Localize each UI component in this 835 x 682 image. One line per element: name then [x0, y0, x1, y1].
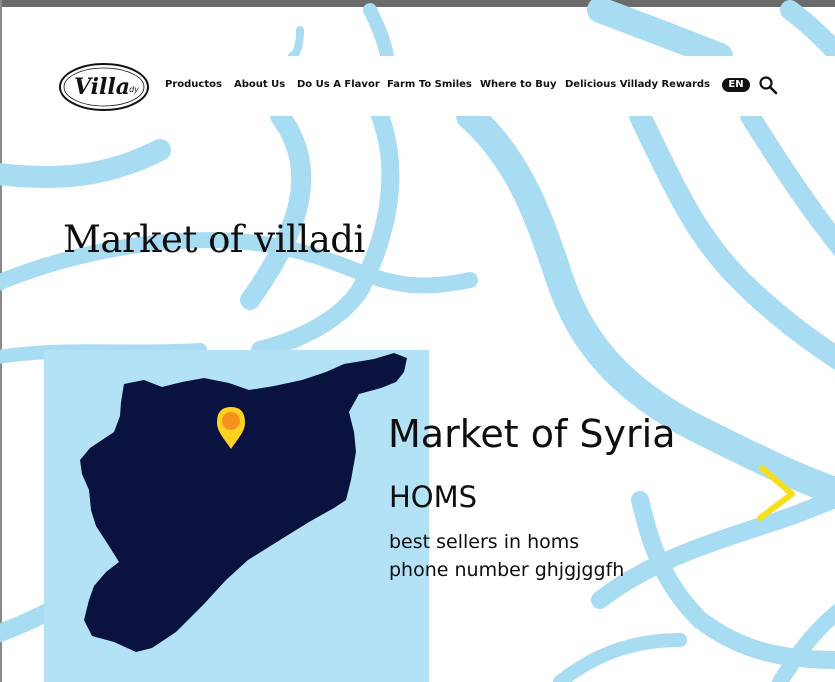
villady-logo[interactable]: Villa dy	[58, 59, 150, 113]
nav-about-us[interactable]: About Us	[234, 79, 285, 90]
language-selector[interactable]: EN	[722, 78, 750, 92]
nav-productos[interactable]: Productos	[165, 79, 222, 90]
logo-suffix: dy	[129, 85, 139, 94]
market-city: HOMS	[389, 480, 478, 514]
market-title: Market of Syria	[388, 412, 676, 456]
page-title: Market of villadi	[63, 218, 365, 261]
top-navbar: Villa dy Productos About Us Do Us A Flav…	[2, 56, 835, 116]
nav-rewards[interactable]: Delicious Villady Rewards	[565, 79, 710, 90]
search-icon[interactable]	[758, 75, 778, 95]
market-phone: phone number ghjgjggfh	[389, 559, 625, 581]
syria-country-shape	[80, 353, 407, 652]
nav-where-to-buy[interactable]: Where to Buy	[480, 79, 557, 90]
market-description: best sellers in homs	[389, 531, 580, 553]
logo-text: Villa	[74, 74, 130, 100]
chevron-right-icon[interactable]	[752, 462, 802, 524]
syria-map	[80, 353, 407, 652]
nav-farm-to-smiles[interactable]: Farm To Smiles	[387, 79, 472, 90]
nav-do-us-a-flavor[interactable]: Do Us A Flavor	[297, 79, 380, 90]
